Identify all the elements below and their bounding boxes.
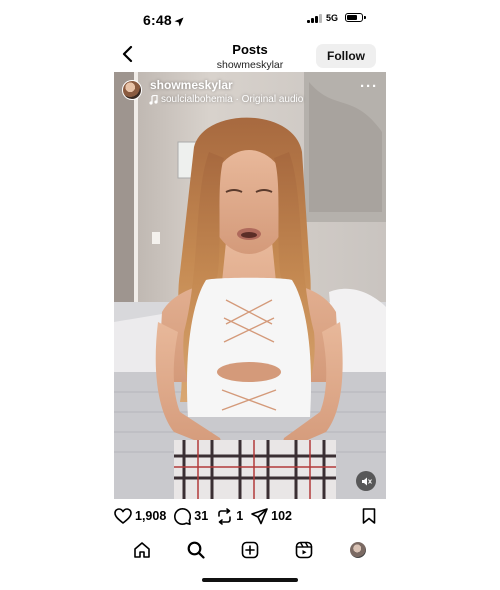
more-options-icon[interactable]: ···	[360, 78, 378, 95]
like-action[interactable]: 1,908	[114, 508, 166, 524]
status-time: 6:48	[143, 12, 172, 28]
video-frame-image	[114, 72, 386, 499]
network-type: 5G	[326, 13, 339, 23]
heart-icon	[114, 508, 132, 524]
search-icon[interactable]	[186, 540, 206, 560]
follow-button[interactable]: Follow	[316, 44, 376, 68]
avatar[interactable]	[122, 80, 142, 100]
muted-speaker-icon[interactable]	[356, 471, 376, 491]
repost-icon	[218, 507, 231, 525]
comment-action[interactable]: 31	[174, 507, 209, 525]
home-indicator	[202, 578, 298, 582]
profile-avatar[interactable]	[348, 540, 368, 560]
posts-header: Posts showmeskylar Follow	[114, 40, 386, 72]
comment-icon	[174, 507, 192, 525]
status-bar: 6:48 5G	[0, 0, 500, 40]
music-note-icon	[149, 94, 158, 105]
like-count: 1,908	[135, 509, 167, 523]
reels-icon[interactable]	[294, 540, 314, 560]
share-count: 102	[271, 509, 292, 523]
send-icon	[251, 507, 268, 524]
repost-count: 1	[236, 509, 244, 523]
audio-label: soulcialbohemia · Original audio	[161, 94, 304, 105]
post-overlay-header: showmeskylar soulcialbohemia · Original …	[114, 72, 386, 116]
cellular-signal-icon	[307, 14, 322, 23]
bookmark-icon[interactable]	[362, 508, 376, 529]
location-arrow-icon	[174, 14, 184, 32]
post-username[interactable]: showmeskylar	[150, 78, 233, 92]
audio-attribution[interactable]: soulcialbohemia · Original audio	[149, 94, 303, 105]
post-actions: 1,908 31 1 102	[114, 504, 386, 528]
reel-video[interactable]: showmeskylar soulcialbohemia · Original …	[114, 72, 386, 499]
avatar	[350, 542, 366, 558]
repost-action[interactable]: 1	[216, 507, 244, 525]
comment-count: 31	[194, 509, 209, 523]
battery-icon	[345, 13, 366, 22]
home-icon[interactable]	[132, 540, 152, 560]
share-action[interactable]: 102	[251, 507, 292, 525]
bottom-tab-bar	[114, 538, 386, 562]
create-icon[interactable]	[240, 540, 260, 560]
